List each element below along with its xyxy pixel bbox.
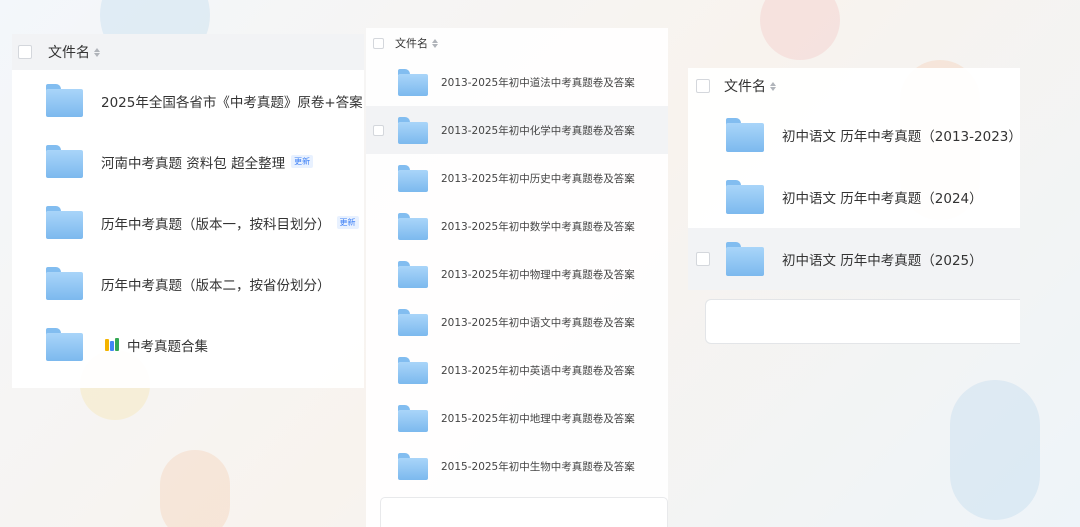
- folder-icon: [398, 164, 428, 192]
- folder-icon: [46, 145, 83, 178]
- folder-name: 2013-2025年初中英语中考真题卷及答案: [441, 364, 635, 377]
- folder-icon: [398, 116, 428, 144]
- updated-badge: 更新: [291, 155, 314, 168]
- folder-name: 2025年全国各省市《中考真题》原卷+答案: [101, 94, 363, 111]
- folder-row[interactable]: 2013-2025年初中英语中考真题卷及答案: [366, 346, 668, 394]
- column-header-filename[interactable]: 文件名: [724, 76, 766, 96]
- folder-row[interactable]: 历年中考真题（版本二，按省份划分）: [12, 253, 364, 314]
- folder-name: 2013-2025年初中化学中考真题卷及答案: [441, 124, 635, 137]
- select-all-checkbox[interactable]: [373, 37, 384, 49]
- empty-input-box: [705, 299, 1020, 344]
- folder-row[interactable]: 初中语文 历年中考真题（2013-2023）: [688, 104, 1022, 166]
- folder-name: 中考真题合集: [127, 338, 208, 355]
- folder-name: 历年中考真题（版本一，按科目划分）: [101, 216, 331, 233]
- list-header: 文件名: [366, 28, 668, 58]
- folder-icon: [46, 84, 83, 117]
- folder-row[interactable]: 2013-2025年初中化学中考真题卷及答案: [366, 106, 668, 154]
- folder-name: 2013-2025年初中语文中考真题卷及答案: [441, 316, 635, 329]
- row-checkbox[interactable]: [696, 252, 710, 266]
- sort-icon[interactable]: [94, 47, 100, 57]
- folder-icon: [398, 404, 428, 432]
- colorful-app-icon: [105, 338, 119, 351]
- folder-icon: [398, 68, 428, 96]
- folder-row[interactable]: 2025年全国各省市《中考真题》原卷+答案: [12, 70, 364, 131]
- folder-name: 2015-2025年初中生物中考真题卷及答案: [441, 460, 635, 473]
- select-all-checkbox[interactable]: [696, 79, 710, 93]
- folder-name: 河南中考真题 资料包 超全整理: [101, 155, 286, 172]
- file-list-panel-subjects: 文件名 2013-2025年初中道法中考真题卷及答案 2013-2025年初中化…: [366, 28, 668, 527]
- folder-icon: [46, 206, 83, 239]
- folder-row[interactable]: 2013-2025年初中数学中考真题卷及答案: [366, 202, 668, 250]
- file-list-panel-main: 文件名 2025年全国各省市《中考真题》原卷+答案 河南中考真题 资料包 超全整…: [12, 34, 364, 388]
- folder-name: 2013-2025年初中物理中考真题卷及答案: [441, 268, 635, 281]
- folder-icon: [398, 356, 428, 384]
- folder-icon: [398, 212, 428, 240]
- sort-icon[interactable]: [432, 38, 438, 48]
- deco-blob: [160, 450, 230, 527]
- folder-row[interactable]: 2013-2025年初中物理中考真题卷及答案: [366, 250, 668, 298]
- folder-name: 2013-2025年初中道法中考真题卷及答案: [441, 76, 635, 89]
- folder-row[interactable]: 2013-2025年初中语文中考真题卷及答案: [366, 298, 668, 346]
- list-header: 文件名: [688, 68, 1020, 104]
- file-list-panel-chinese: 文件名 初中语文 历年中考真题（2013-2023） 初中语文 历年中考真题（2…: [688, 68, 1022, 290]
- folder-name: 初中语文 历年中考真题（2013-2023）: [782, 129, 1022, 145]
- updated-badge: 更新: [336, 216, 359, 229]
- folder-row[interactable]: 2015-2025年初中生物中考真题卷及答案: [366, 442, 668, 490]
- column-header-filename[interactable]: 文件名: [48, 42, 90, 62]
- folder-row[interactable]: 中考真题合集: [12, 314, 364, 375]
- deco-blob: [760, 0, 840, 60]
- folder-icon: [398, 308, 428, 336]
- list-header: 文件名: [12, 34, 364, 70]
- folder-icon: [46, 328, 83, 361]
- empty-panel-footer: [380, 497, 668, 527]
- deco-blob: [950, 380, 1040, 520]
- folder-icon: [398, 260, 428, 288]
- folder-row[interactable]: 河南中考真题 资料包 超全整理 更新: [12, 131, 364, 192]
- folder-row[interactable]: 初中语文 历年中考真题（2025）: [688, 228, 1020, 290]
- folder-name: 初中语文 历年中考真题（2025）: [782, 253, 983, 269]
- folder-name: 2015-2025年初中地理中考真题卷及答案: [441, 412, 635, 425]
- sort-icon[interactable]: [770, 81, 776, 91]
- folder-name: 初中语文 历年中考真题（2024）: [782, 191, 983, 207]
- folder-row[interactable]: 历年中考真题（版本一，按科目划分） 更新: [12, 192, 364, 253]
- folder-row[interactable]: 2013-2025年初中道法中考真题卷及答案: [366, 58, 668, 106]
- folder-row[interactable]: 初中语文 历年中考真题（2024）: [688, 166, 1020, 228]
- select-all-checkbox[interactable]: [18, 45, 32, 59]
- folder-name: 2013-2025年初中数学中考真题卷及答案: [441, 220, 635, 233]
- folder-row[interactable]: 2015-2025年初中地理中考真题卷及答案: [366, 394, 668, 442]
- folder-icon: [398, 452, 428, 480]
- folder-name: 2013-2025年初中历史中考真题卷及答案: [441, 172, 635, 185]
- folder-name: 历年中考真题（版本二，按省份划分）: [101, 277, 331, 294]
- row-checkbox[interactable]: [373, 124, 384, 136]
- folder-icon: [726, 180, 764, 214]
- folder-icon: [726, 118, 764, 152]
- folder-icon: [726, 242, 764, 276]
- folder-row[interactable]: 2013-2025年初中历史中考真题卷及答案: [366, 154, 668, 202]
- folder-icon: [46, 267, 83, 300]
- column-header-filename[interactable]: 文件名: [395, 35, 428, 51]
